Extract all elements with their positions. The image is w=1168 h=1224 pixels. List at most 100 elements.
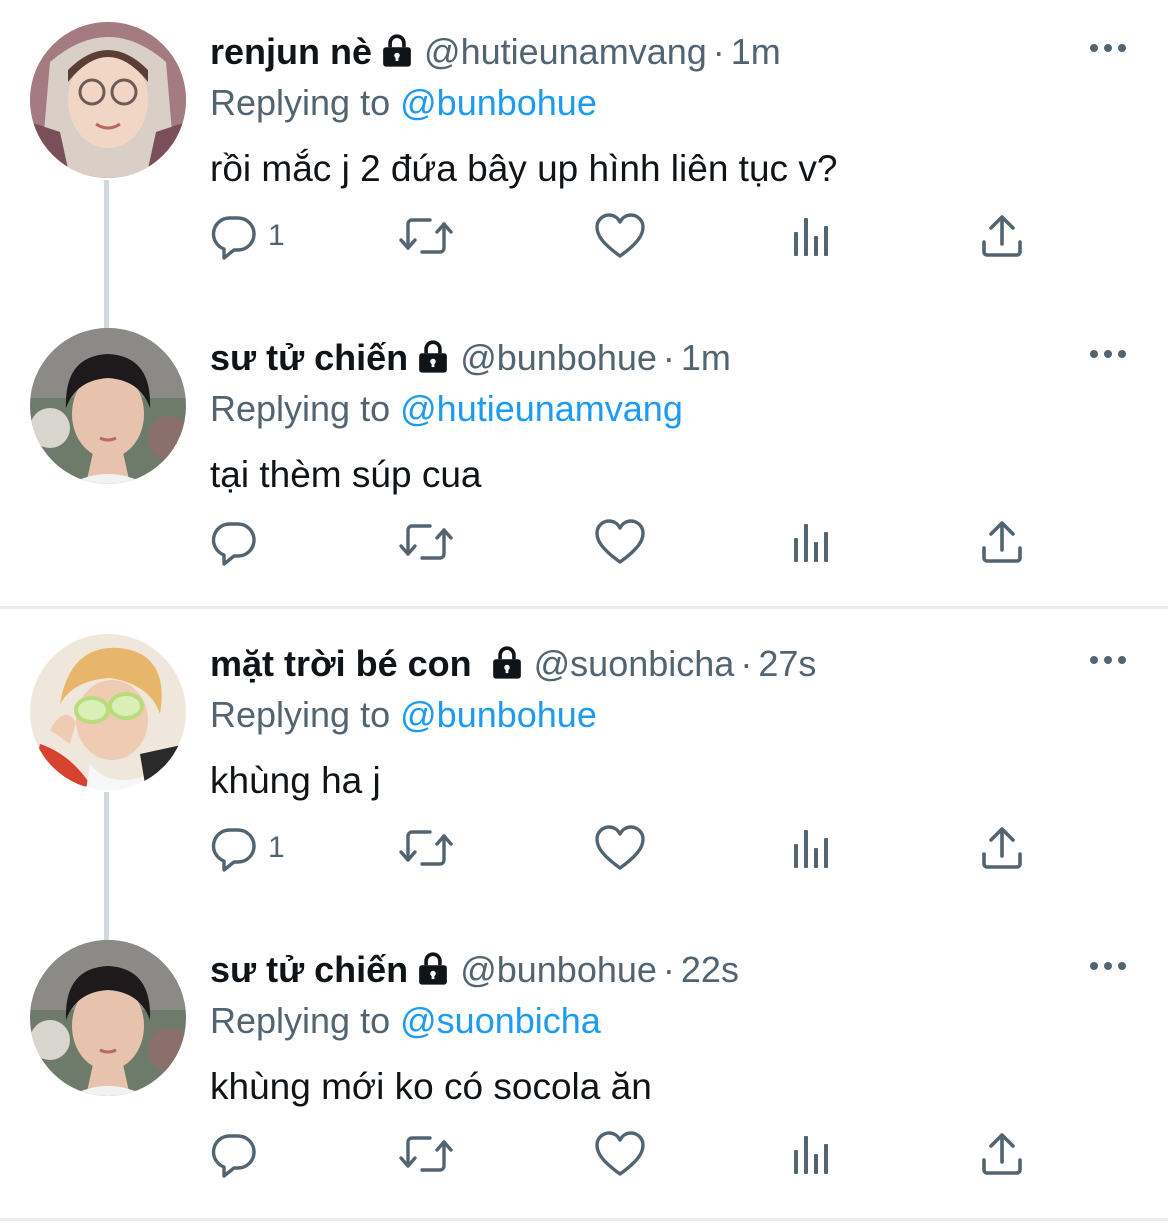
- replying-to: Replying to @bunbohue: [210, 692, 597, 738]
- replying-to-label: Replying to: [210, 388, 391, 429]
- avatar-photo-bunbohue: [30, 328, 186, 484]
- analytics-icon: [790, 824, 834, 872]
- tweet-text: tại thèm súp cua: [210, 454, 482, 495]
- reply-icon: [210, 518, 258, 566]
- heart-icon: [594, 824, 646, 872]
- timestamp[interactable]: 27s: [758, 643, 816, 684]
- thread-2: mặt trời bé con @suonbicha · 27s Replying t…: [0, 612, 1168, 1224]
- display-name[interactable]: sư tử chiến: [210, 337, 408, 378]
- reply-count: 1: [268, 831, 285, 864]
- lock-icon: [490, 644, 524, 680]
- timestamp[interactable]: 22s: [681, 949, 739, 990]
- avatar-photo-suonbicha: [30, 634, 186, 790]
- user-handle[interactable]: @suonbicha: [534, 643, 735, 684]
- replying-to: Replying to @hutieunamvang: [210, 386, 683, 432]
- mention-link[interactable]: @bunbohue: [400, 82, 597, 123]
- action-bar: [210, 1124, 1040, 1184]
- tweet[interactable]: sư tử chiến @bunbohue · 1m Replying to @hut…: [0, 306, 1168, 612]
- like-button[interactable]: [594, 206, 646, 266]
- share-button[interactable]: [978, 512, 1026, 572]
- mention-link[interactable]: @hutieunamvang: [400, 388, 683, 429]
- mention-link[interactable]: @bunbohue: [400, 694, 597, 735]
- avatar-photo-renjun: [30, 22, 186, 178]
- tweet[interactable]: mặt trời bé con @suonbicha · 27s Replying t…: [0, 612, 1168, 942]
- share-icon: [978, 1130, 1026, 1178]
- reply-button[interactable]: [210, 512, 268, 572]
- more-dots-icon[interactable]: [1088, 956, 1128, 976]
- analytics-button[interactable]: [790, 818, 834, 878]
- user-handle[interactable]: @bunbohue: [460, 337, 657, 378]
- tweet[interactable]: renjun nè @hutieunamvang · 1m Replying to @…: [0, 0, 1168, 330]
- action-bar: 1: [210, 818, 1040, 878]
- action-bar: 1: [210, 206, 1040, 266]
- mention-link[interactable]: @suonbicha: [400, 1000, 601, 1041]
- reply-icon: [210, 824, 258, 872]
- more-dots-icon[interactable]: [1088, 650, 1128, 670]
- retweet-button[interactable]: [398, 818, 454, 878]
- more-dots-icon[interactable]: [1088, 38, 1128, 58]
- analytics-icon: [790, 518, 834, 566]
- timestamp[interactable]: 1m: [681, 337, 731, 378]
- tweet-header: mặt trời bé con @suonbicha · 27s: [210, 642, 816, 686]
- share-button[interactable]: [978, 206, 1026, 266]
- reply-button[interactable]: 1: [210, 818, 285, 878]
- analytics-icon: [790, 1130, 834, 1178]
- lock-icon: [416, 338, 450, 374]
- replying-to-label: Replying to: [210, 694, 391, 735]
- reply-count: 1: [268, 219, 285, 252]
- separator-dot: ·: [662, 337, 675, 378]
- avatar[interactable]: [30, 328, 186, 484]
- reply-icon: [210, 1130, 258, 1178]
- like-button[interactable]: [594, 818, 646, 878]
- retweet-button[interactable]: [398, 1124, 454, 1184]
- retweet-button[interactable]: [398, 206, 454, 266]
- replying-to: Replying to @suonbicha: [210, 998, 601, 1044]
- avatar-photo-bunbohue: [30, 940, 186, 1096]
- tweet-text: khùng mới ko có socola ăn: [210, 1066, 652, 1107]
- thread-1: renjun nè @hutieunamvang · 1m Replying to @…: [0, 0, 1168, 612]
- display-name[interactable]: mặt trời bé con: [210, 643, 472, 684]
- share-icon: [978, 518, 1026, 566]
- thread-divider: [0, 606, 1168, 609]
- reply-icon: [210, 212, 258, 260]
- display-name[interactable]: renjun nè: [210, 31, 372, 72]
- like-button[interactable]: [594, 512, 646, 572]
- avatar[interactable]: [30, 940, 186, 1096]
- heart-icon: [594, 518, 646, 566]
- analytics-button[interactable]: [790, 1124, 834, 1184]
- retweet-icon: [398, 824, 454, 872]
- separator-dot: ·: [662, 949, 675, 990]
- replying-to: Replying to @bunbohue: [210, 80, 597, 126]
- share-button[interactable]: [978, 818, 1026, 878]
- more-dots-icon[interactable]: [1088, 344, 1128, 364]
- analytics-button[interactable]: [790, 206, 834, 266]
- like-button[interactable]: [594, 1124, 646, 1184]
- retweet-icon: [398, 212, 454, 260]
- retweet-icon: [398, 1130, 454, 1178]
- display-name[interactable]: sư tử chiến: [210, 949, 408, 990]
- tweet-text: khùng ha j: [210, 760, 381, 801]
- reply-button[interactable]: [210, 1124, 268, 1184]
- reply-button[interactable]: 1: [210, 206, 285, 266]
- timestamp[interactable]: 1m: [731, 31, 781, 72]
- user-handle[interactable]: @bunbohue: [460, 949, 657, 990]
- avatar[interactable]: [30, 634, 186, 790]
- tweet-text: rồi mắc j 2 đứa bây up hình liên tục v?: [210, 148, 838, 189]
- replying-to-label: Replying to: [210, 82, 391, 123]
- analytics-button[interactable]: [790, 512, 834, 572]
- user-handle[interactable]: @hutieunamvang: [424, 31, 707, 72]
- lock-icon: [416, 950, 450, 986]
- separator-dot: ·: [740, 643, 753, 684]
- retweet-button[interactable]: [398, 512, 454, 572]
- share-icon: [978, 824, 1026, 872]
- separator-dot: ·: [712, 31, 725, 72]
- replying-to-label: Replying to: [210, 1000, 391, 1041]
- tweet[interactable]: sư tử chiến @bunbohue · 22s Replying to @su…: [0, 918, 1168, 1224]
- avatar[interactable]: [30, 22, 186, 178]
- action-bar: [210, 512, 1040, 572]
- share-button[interactable]: [978, 1124, 1026, 1184]
- share-icon: [978, 212, 1026, 260]
- tweet-header: sư tử chiến @bunbohue · 22s: [210, 948, 739, 992]
- tweet-header: sư tử chiến @bunbohue · 1m: [210, 336, 731, 380]
- analytics-icon: [790, 212, 834, 260]
